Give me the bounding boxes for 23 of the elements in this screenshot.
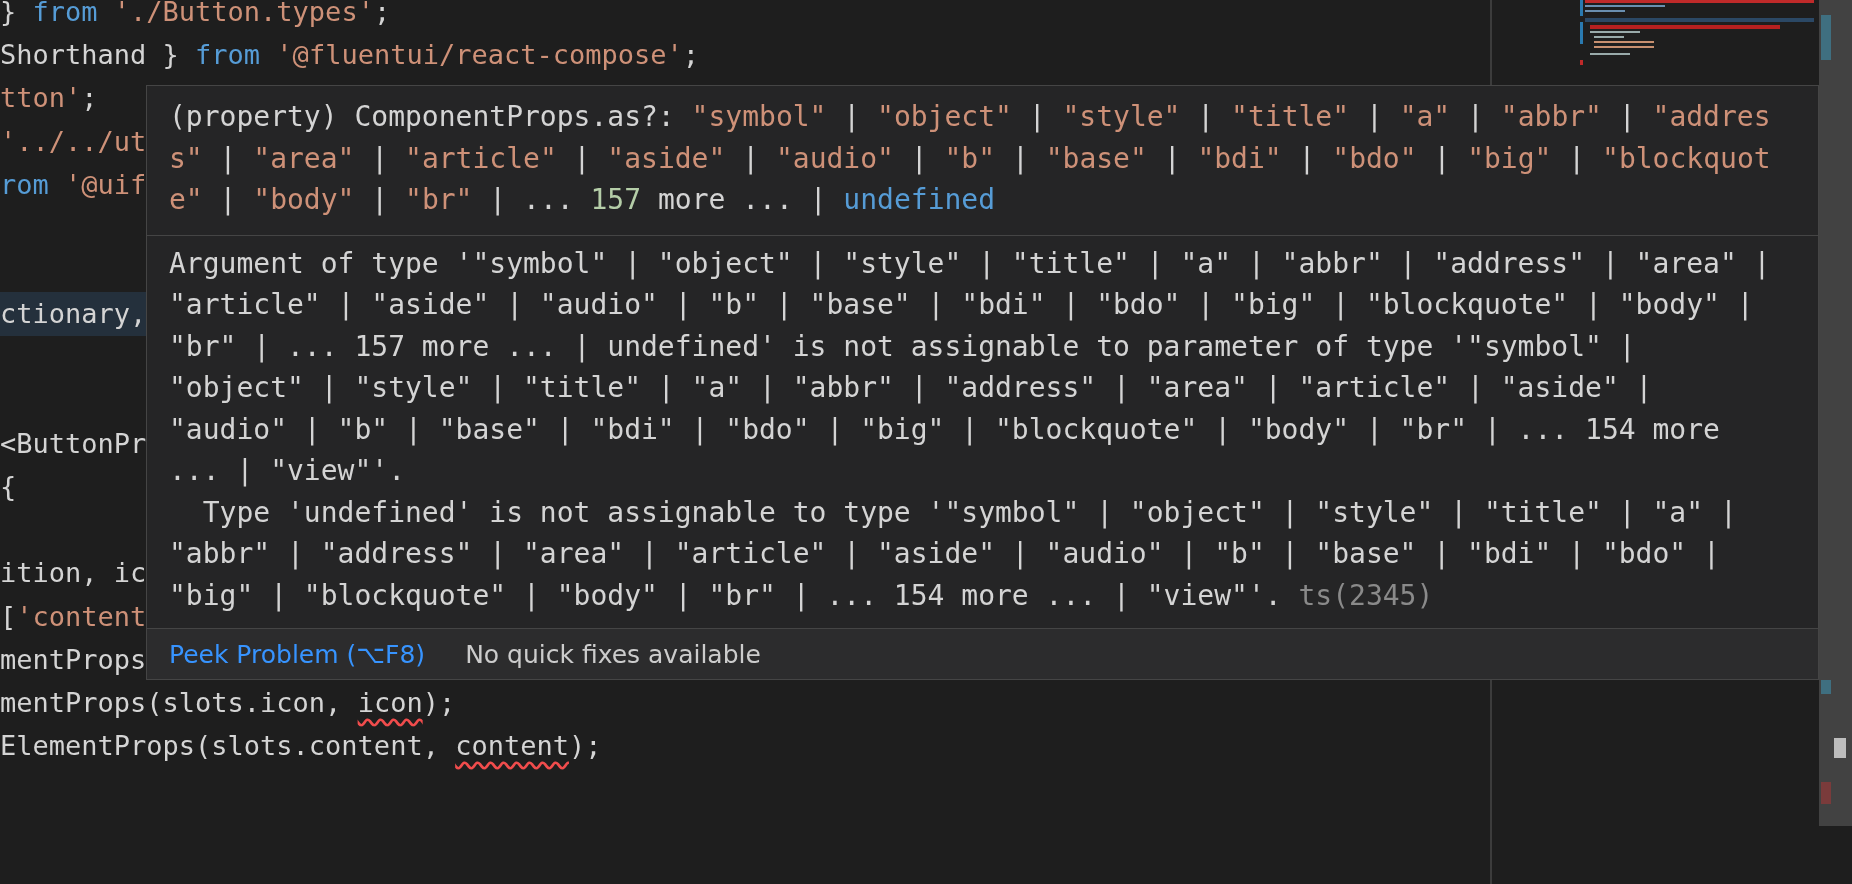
type-signature-line: e" | "body" | "br" | ... 157 more ... | undefined [169,182,997,218]
code-line: ElementProps(slots.content, content); [0,729,602,764]
error-message-line: ... | "view"'. [169,453,406,489]
error-message-line: Type 'undefined' is not assignable to type '"symbol" | "object" | "style" | "title" | "a" | [201,494,1738,531]
quick-fix-note: No quick fixes available [465,639,761,669]
code-line: mentProps [0,642,147,677]
error-message-line: "object" | "style" | "title" | "a" | "abbr" | "address" | "area" | "article" | "aside" | [169,370,1654,406]
code-line: '../../ut [0,124,147,159]
code-line: ition, ic [0,556,147,591]
code-line: Shorthand } from '@fluentui/react-compose'; [0,38,699,73]
error-message-line: Argument of type '"symbol" | "object" | "style" | "title" | "a" | "abbr" | "address" | "area" | [169,245,1772,282]
code-line: } from './Button.types'; [0,0,391,29]
code-line: ['content [0,599,147,634]
type-signature-line: (property) ComponentProps.as?: "symbol" | "object" | "style" | "title" | "a" | "abbr" | "addres [169,99,1772,135]
code-line: <ButtonPr [0,426,147,461]
error-message-line: "abbr" | "address" | "area" | "article" | "aside" | "audio" | "b" | "base" | "bdi" | "bdo" | [169,536,1721,572]
type-signature-line: s" | "area" | "article" | "aside" | "audio" | "b" | "base" | "bdi" | "bdo" | "big" | "blockquot [169,140,1772,177]
code-line: tton'; [0,81,98,116]
error-message-line: "big" | "blockquote" | "body" | "br" | ... 154 more ... | "view"'. ts(2345) [169,577,1435,614]
code-line: mentProps(slots.icon, icon); [0,686,456,720]
error-message-line: "audio" | "b" | "base" | "bdi" | "bdo" | "big" | "blockquote" | "body" | "br" | ... 154 more [169,411,1721,448]
code-line: rom '@uif [0,167,147,202]
code-line: { [0,470,17,505]
